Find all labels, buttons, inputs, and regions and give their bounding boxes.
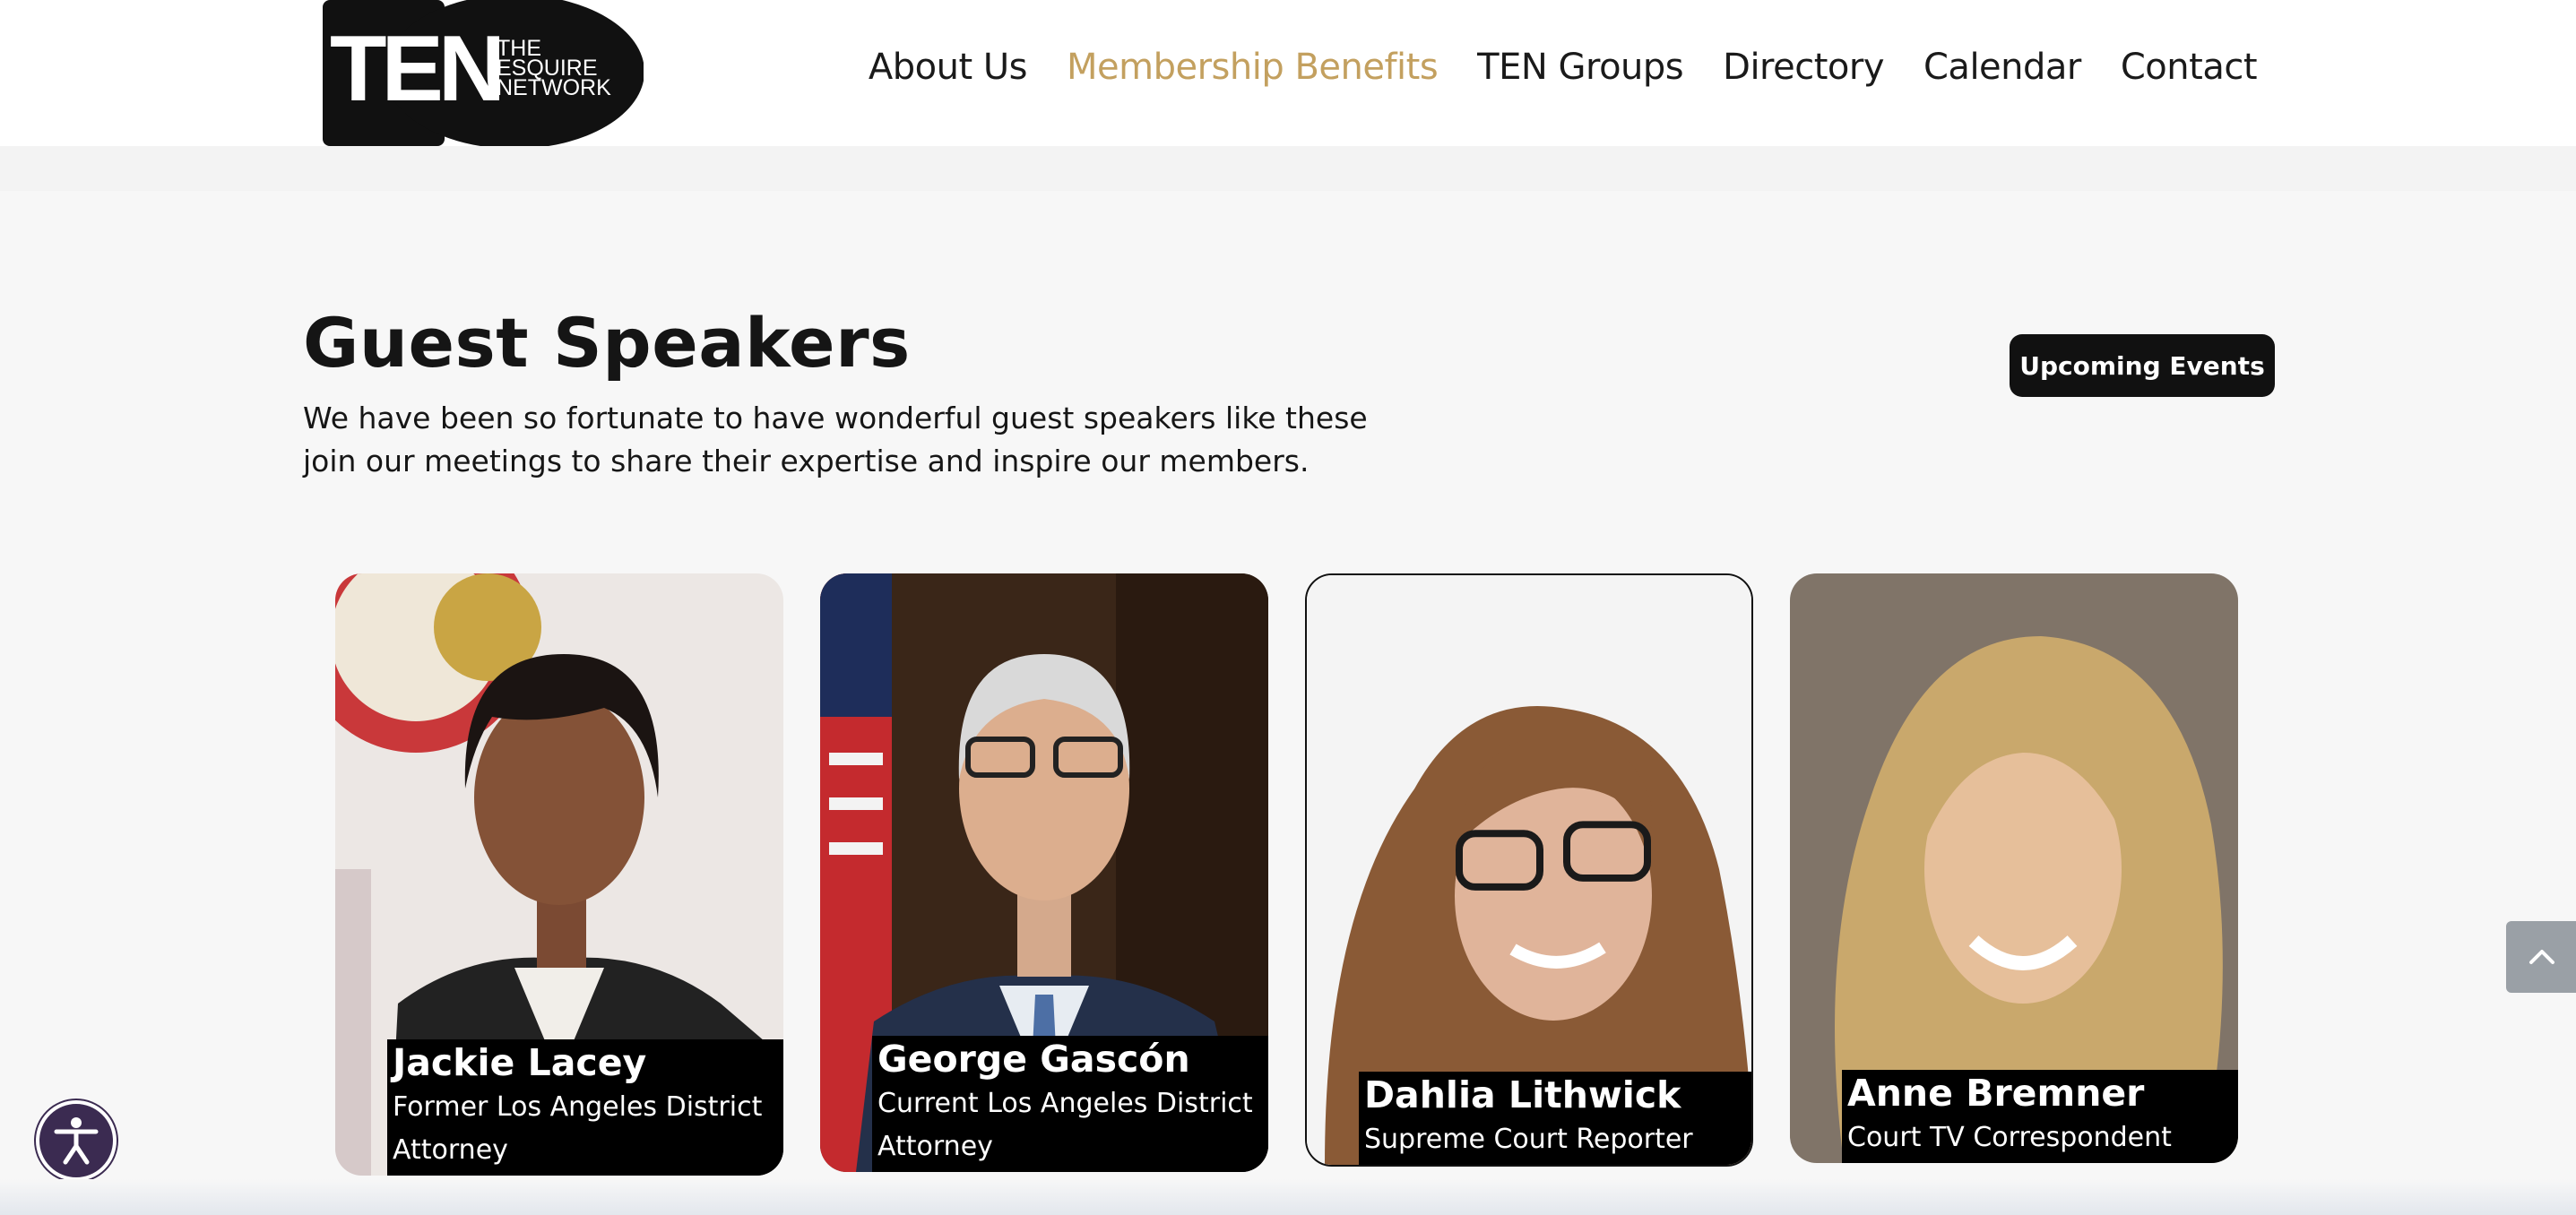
nav-ten-groups[interactable]: TEN Groups [1477,47,1683,88]
speaker-caption: Anne Bremner Court TV Correspondent [1842,1070,2238,1163]
main-nav: About Us Membership Benefits TEN Groups … [869,47,2258,88]
nav-directory[interactable]: Directory [1723,47,1884,88]
header-divider-band [0,146,2576,191]
speaker-name: Jackie Lacey [387,1039,783,1086]
accessibility-button[interactable] [36,1100,117,1181]
speaker-caption: George Gascón Current Los Angeles Distri… [872,1036,1268,1172]
speaker-role: Former Los Angeles District Attorney [387,1086,783,1176]
speaker-role: Current Los Angeles District Attorney [872,1082,1268,1172]
speaker-name: Dahlia Lithwick [1359,1072,1751,1118]
site-logo[interactable]: TEN THE ESQUIRE NETWORK [321,0,644,149]
nav-calendar[interactable]: Calendar [1923,47,2081,88]
speaker-role: Court TV Correspondent [1842,1116,2238,1163]
speaker-card-anne-bremner[interactable]: Anne Bremner Court TV Correspondent [1790,573,2238,1163]
chevron-up-icon [2529,950,2554,964]
intro-line-2: join our meetings to share their experti… [303,444,1310,478]
nav-about-us[interactable]: About Us [869,47,1028,88]
speaker-role: Supreme Court Reporter [1359,1118,1751,1165]
intro-line-1: We have been so fortunate to have wonder… [303,401,1368,435]
nav-membership-benefits[interactable]: Membership Benefits [1067,47,1439,88]
section-intro: We have been so fortunate to have wonder… [303,397,1379,483]
logo-text-line3: NETWORK [497,75,611,100]
accessibility-icon [54,1117,99,1165]
speaker-caption: Jackie Lacey Former Los Angeles District… [387,1039,783,1176]
speaker-name: George Gascón [872,1036,1268,1082]
speaker-card-jackie-lacey[interactable]: Jackie Lacey Former Los Angeles District… [335,573,783,1176]
logo-mark: TEN [330,17,500,121]
speaker-card-dahlia-lithwick[interactable]: Dahlia Lithwick Supreme Court Reporter [1305,573,1753,1167]
section-title: Guest Speakers [303,303,911,383]
site-header: TEN THE ESQUIRE NETWORK About Us Members… [0,0,2576,149]
scroll-to-top-button[interactable] [2506,921,2576,993]
speaker-name: Anne Bremner [1842,1070,2238,1116]
viewport-bottom-shade [0,1179,2576,1215]
speaker-caption: Dahlia Lithwick Supreme Court Reporter [1359,1072,1751,1165]
speaker-card-george-gascon[interactable]: George Gascón Current Los Angeles Distri… [820,573,1268,1172]
nav-contact[interactable]: Contact [2121,47,2258,88]
upcoming-events-button[interactable]: Upcoming Events [2010,334,2275,397]
